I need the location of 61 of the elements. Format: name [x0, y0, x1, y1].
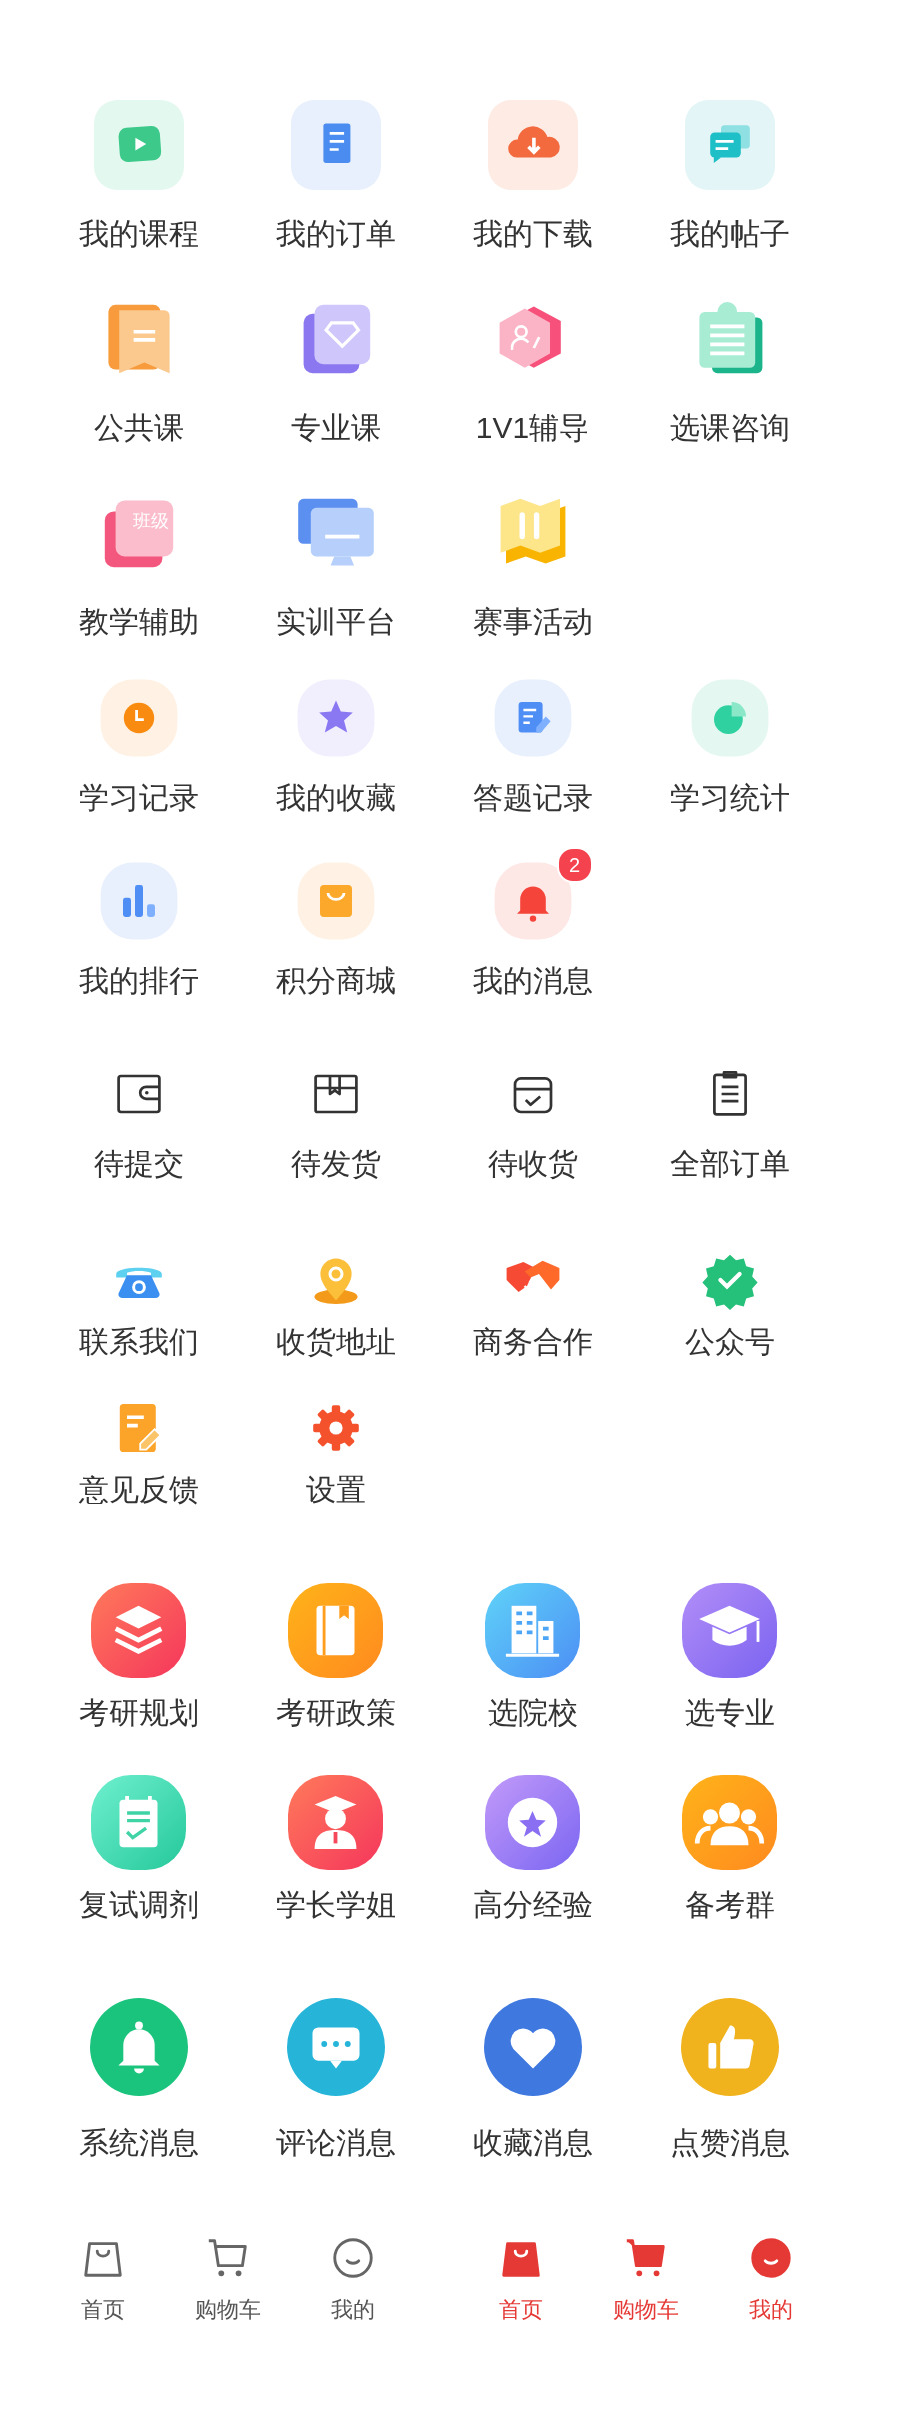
menu-item[interactable]: 点赞消息 [669, 1998, 790, 2163]
layers-icon [91, 1583, 186, 1678]
menu-item[interactable]: 备考群 [682, 1775, 777, 1925]
book-icon [288, 1583, 383, 1678]
chat-icon [684, 100, 775, 190]
menu-item[interactable]: 考研规划 [78, 1583, 199, 1733]
menu-item[interactable]: 选院校 [485, 1583, 580, 1733]
menu-item[interactable]: 复试调剂 [78, 1775, 199, 1925]
menu-item[interactable]: 联系我们 [78, 1250, 199, 1362]
tab[interactable]: 我的 [746, 2234, 795, 2325]
menu-item[interactable]: 专业课 [290, 294, 381, 448]
menu-item[interactable]: 选课咨询 [669, 294, 790, 448]
menu-item[interactable]: 我的排行 [78, 861, 199, 1001]
menu-item[interactable]: 收藏消息 [472, 1998, 593, 2163]
menu-item[interactable]: 我的订单 [275, 100, 396, 254]
menu-item[interactable]: 学长学姐 [275, 1775, 396, 1925]
menu-item[interactable]: 公众号 [684, 1250, 775, 1362]
video-icon [93, 100, 184, 190]
menu-item[interactable]: 设置 [305, 1398, 366, 1510]
menu-item[interactable]: 待提交 [93, 1064, 184, 1184]
menu-item[interactable]: 我的课程 [78, 100, 199, 254]
menu-item[interactable]: 1V1辅导 [475, 294, 590, 448]
menu-item[interactable]: 高分经验 [472, 1775, 593, 1925]
notification-badge: 2 [556, 847, 593, 883]
menu-item[interactable]: 实训平台 [275, 488, 396, 642]
menu-item[interactable]: 评论消息 [275, 1998, 396, 2163]
icon-label: 班级 [131, 510, 170, 533]
tab[interactable]: 我的 [328, 2234, 377, 2325]
menu-item[interactable]: 学习统计 [669, 678, 790, 818]
menu-item[interactable]: 系统消息 [78, 1998, 199, 2163]
tab[interactable]: 购物车 [612, 2234, 679, 2325]
menu-item[interactable]: 公共课 [93, 294, 184, 448]
menu-item[interactable]: 考研政策 [275, 1583, 396, 1733]
thumbs-up-icon [680, 1998, 779, 2096]
menu-item[interactable]: 积分商城 [275, 861, 396, 1001]
menu-item[interactable]: 我的帖子 [669, 100, 790, 254]
document-icon [290, 100, 381, 190]
menu-item[interactable]: 我的下载 [472, 100, 593, 254]
menu-item[interactable]: 收货地址 [275, 1250, 396, 1362]
menu-item[interactable]: 待收货 [487, 1064, 578, 1184]
graduate-person-icon [288, 1775, 383, 1870]
menu-item[interactable]: 全部订单 [669, 1064, 790, 1184]
menu-item[interactable]: 我的收藏 [275, 678, 396, 818]
clipboard-check-icon [91, 1775, 186, 1870]
tab[interactable]: 首页 [78, 2234, 127, 2325]
menu-item[interactable]: 班级 教学辅助 [78, 488, 199, 642]
building-icon [485, 1583, 580, 1678]
menu-item[interactable]: 赛事活动 [472, 488, 593, 642]
tab[interactable]: 首页 [496, 2234, 545, 2325]
graduation-cap-icon [682, 1583, 777, 1678]
menu-item[interactable]: 意见反馈 [78, 1398, 199, 1510]
chat-bubble-icon [286, 1998, 385, 2096]
group-icon [682, 1775, 777, 1870]
menu-item[interactable]: 选专业 [682, 1583, 777, 1733]
menu-item[interactable]: 商务合作 [472, 1250, 593, 1362]
tab[interactable]: 购物车 [194, 2234, 261, 2325]
cloud-download-icon [487, 100, 578, 190]
bell-icon [89, 1998, 188, 2096]
menu-item[interactable]: 待发货 [290, 1064, 381, 1184]
menu-item[interactable]: 学习记录 [78, 678, 199, 818]
menu-item[interactable]: 答题记录 [472, 678, 593, 818]
